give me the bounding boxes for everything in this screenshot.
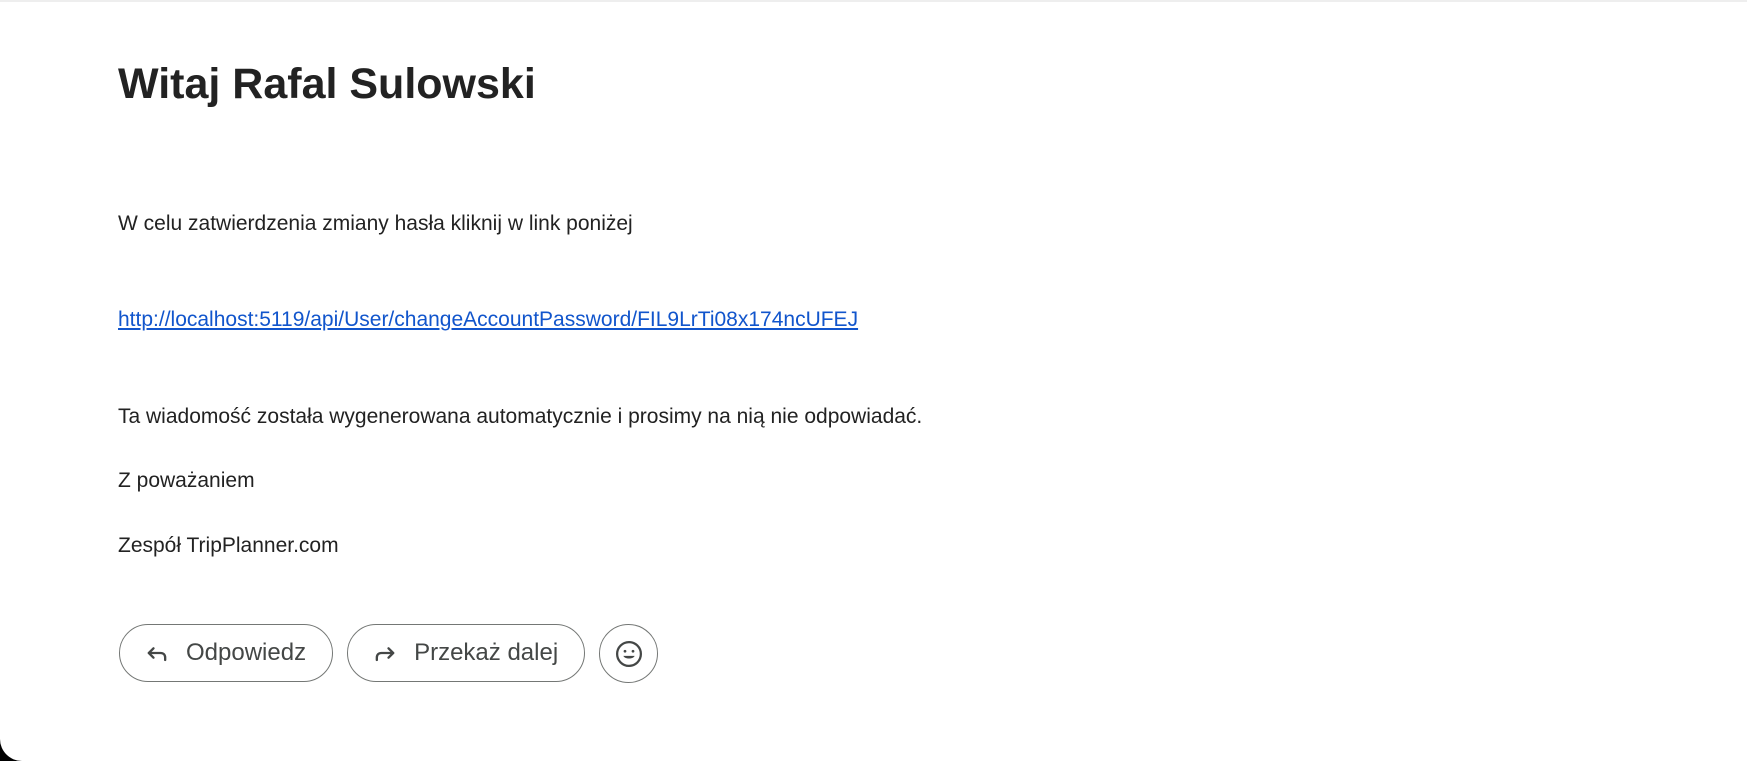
forward-icon — [370, 638, 400, 668]
email-greeting: Witaj Rafal Sulowski — [118, 60, 536, 108]
link-paragraph: http://localhost:5119/api/User/changeAcc… — [118, 307, 858, 333]
forward-button[interactable]: Przekaż dalej — [347, 624, 586, 682]
regards-text: Z poważaniem — [118, 469, 255, 492]
signature-text: Zespół TripPlanner.com — [118, 534, 339, 557]
email-actions: Odpowiedz Przekaż dalej — [119, 624, 659, 684]
change-password-link[interactable]: http://localhost:5119/api/User/changeAcc… — [118, 308, 858, 331]
reply-icon — [142, 638, 172, 668]
reply-button[interactable]: Odpowiedz — [119, 624, 334, 682]
emoji-icon — [614, 639, 644, 669]
instruction-text: W celu zatwierdzenia zmiany hasła klikni… — [118, 212, 633, 235]
emoji-reaction-button[interactable] — [599, 624, 659, 683]
auto-notice-text: Ta wiadomość została wygenerowana automa… — [118, 405, 923, 428]
forward-button-label: Przekaż dalej — [414, 639, 559, 666]
reply-button-label: Odpowiedz — [186, 639, 307, 666]
email-view: Witaj Rafal Sulowski W celu zatwierdzeni… — [0, 0, 1747, 761]
